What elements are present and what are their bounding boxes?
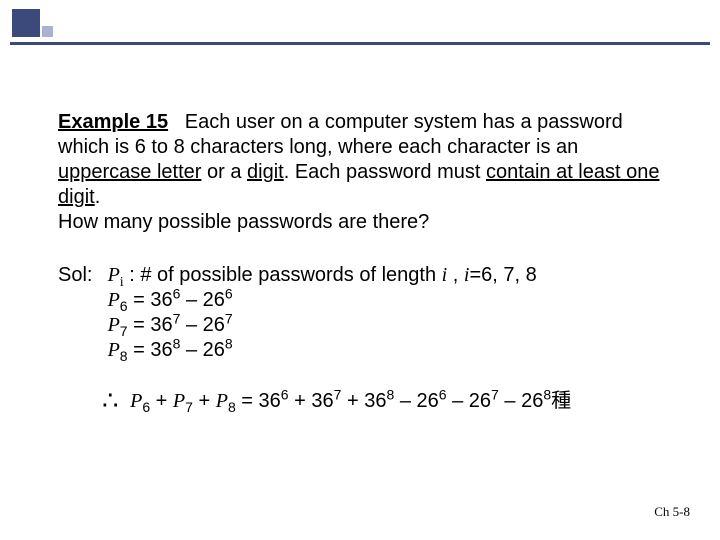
problem-part-1c: . Each password must xyxy=(284,161,486,183)
sup6b: 6 xyxy=(225,285,233,301)
sup7b: 7 xyxy=(225,310,233,326)
problem-text: Example 15 Each user on a computer syste… xyxy=(58,110,670,235)
def-a: : # of possible passwords of length xyxy=(124,264,442,286)
solution-lines: Pi : # of possible passwords of length i… xyxy=(108,263,537,363)
conclusion-line: ∴ P6 + P7 + P8 = 366 + 367 + 368 – 266 –… xyxy=(102,383,670,416)
c-m7: 7 xyxy=(491,386,499,402)
deco-square-small xyxy=(42,26,53,37)
c-m3: – 26 xyxy=(499,390,543,412)
c-p2: + 36 xyxy=(341,390,386,412)
sub7: 7 xyxy=(120,323,128,339)
p7-line: P7 = 367 – 267 xyxy=(108,314,233,336)
c-m6: 6 xyxy=(439,386,447,402)
therefore-symbol: ∴ xyxy=(102,386,119,415)
sub8: 8 xyxy=(120,348,128,364)
p7b: – 26 xyxy=(180,314,224,336)
problem-part-1b: or a xyxy=(201,161,247,183)
p6a: = 36 xyxy=(128,289,173,311)
slide-corner-decoration xyxy=(0,0,150,60)
c-sub7: 7 xyxy=(185,399,193,415)
solution-label: Sol: xyxy=(58,263,102,288)
p6b: – 26 xyxy=(180,289,224,311)
underline-uppercase: uppercase letter xyxy=(58,161,201,183)
sup8b: 8 xyxy=(225,335,233,351)
solution-block: Sol: Pi : # of possible passwords of len… xyxy=(58,263,670,363)
deco-square-large xyxy=(12,9,40,37)
def-b: , xyxy=(447,264,464,286)
example-label: Example 15 xyxy=(58,111,168,133)
slide-content: Example 15 Each user on a computer syste… xyxy=(58,110,670,416)
page-footer: Ch 5-8 xyxy=(654,504,690,520)
c-eq: = 36 xyxy=(236,390,281,412)
p8-line: P8 = 368 – 268 xyxy=(108,339,233,361)
underline-digit: digit xyxy=(247,161,284,183)
def-c: =6, 7, 8 xyxy=(469,264,536,286)
c-s6: 6 xyxy=(281,386,289,402)
c-plus1: + xyxy=(150,390,173,412)
c-m1: – 26 xyxy=(394,390,438,412)
def-line: Pi : # of possible passwords of length i… xyxy=(108,264,537,286)
c-sub6: 6 xyxy=(142,399,150,415)
c-p1: + 36 xyxy=(289,390,334,412)
c-m2: – 26 xyxy=(447,390,491,412)
sub6: 6 xyxy=(120,298,128,314)
p8a: = 36 xyxy=(128,339,173,361)
p7a: = 36 xyxy=(128,314,173,336)
header-rule xyxy=(10,42,710,45)
c-plus2: + xyxy=(193,390,216,412)
problem-part-1d: . xyxy=(95,186,101,208)
c-sub8: 8 xyxy=(228,399,236,415)
problem-question: How many possible passwords are there? xyxy=(58,211,429,233)
c-suffix: 種 xyxy=(551,390,571,412)
c-m8: 8 xyxy=(543,386,551,402)
p8b: – 26 xyxy=(180,339,224,361)
p6-line: P6 = 366 – 266 xyxy=(108,289,233,311)
